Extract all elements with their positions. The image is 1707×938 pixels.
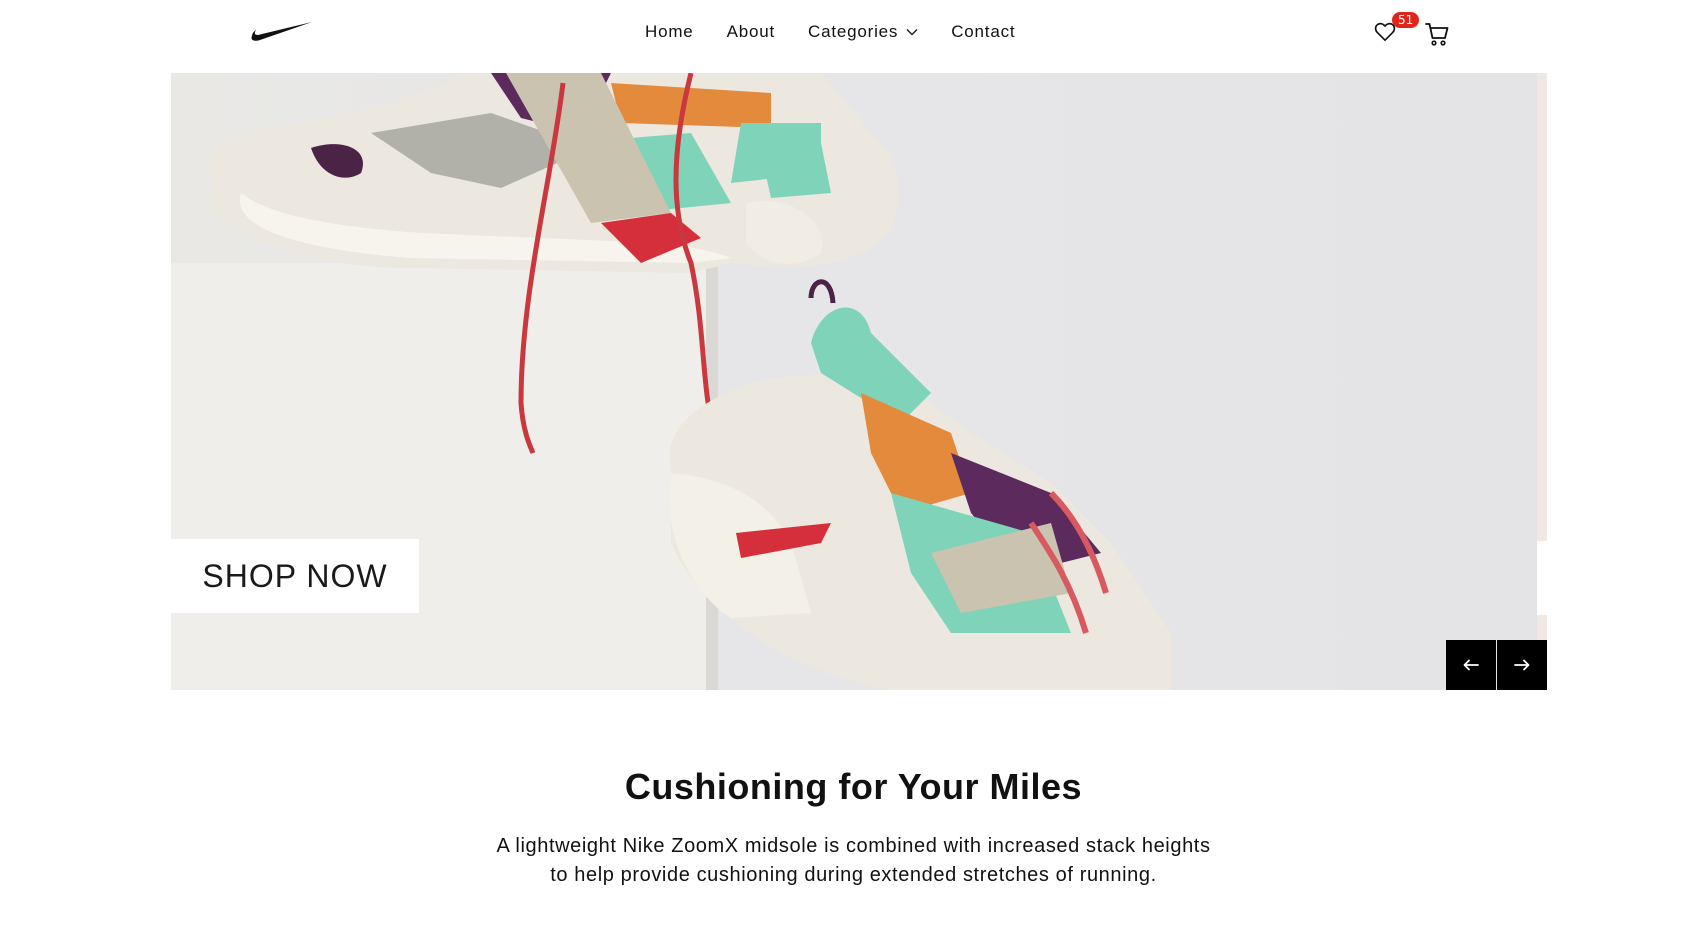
nav-item-about[interactable]: About: [727, 22, 775, 42]
nike-swoosh-icon[interactable]: [250, 18, 314, 44]
chevron-down-icon: [906, 28, 918, 36]
nav-item-home[interactable]: Home: [645, 22, 694, 42]
header-icons: 51: [1372, 12, 1450, 48]
nav-item-contact[interactable]: Contact: [951, 22, 1015, 42]
arrow-right-icon: [1514, 659, 1530, 671]
nav-item-contact-label: Contact: [951, 22, 1016, 41]
wishlist-count-badge: 51: [1392, 12, 1420, 28]
nav-item-categories[interactable]: Categories: [808, 22, 918, 42]
feature-description-line-2: to help provide cushioning during extend…: [550, 864, 1157, 886]
nav-item-about-label: About: [726, 22, 775, 41]
feature-description-line-1: A lightweight Nike ZoomX midsole is comb…: [496, 835, 1211, 857]
nav-item-home-label: Home: [645, 22, 694, 41]
heart-icon: [1374, 22, 1396, 41]
main-nav: Home About Categories Contact: [645, 22, 1048, 42]
carousel-prev-button[interactable]: [1446, 640, 1496, 690]
cart-icon[interactable]: [1424, 21, 1450, 47]
hero-banner: SHOP NOW: [171, 73, 1547, 690]
carousel-next-button[interactable]: [1497, 640, 1547, 690]
carousel-controls: [1445, 640, 1547, 690]
hero-edge-notch: [1537, 541, 1547, 615]
shop-now-button[interactable]: SHOP NOW: [171, 539, 419, 613]
wishlist-button[interactable]: 51: [1372, 12, 1420, 48]
feature-description: A lightweight Nike ZoomX midsole is comb…: [400, 832, 1307, 890]
arrow-left-icon: [1463, 659, 1479, 671]
feature-title: Cushioning for Your Miles: [624, 766, 1083, 807]
site-header: Home About Categories Contact 51: [0, 0, 1707, 66]
nav-item-categories-label: Categories: [808, 22, 899, 41]
